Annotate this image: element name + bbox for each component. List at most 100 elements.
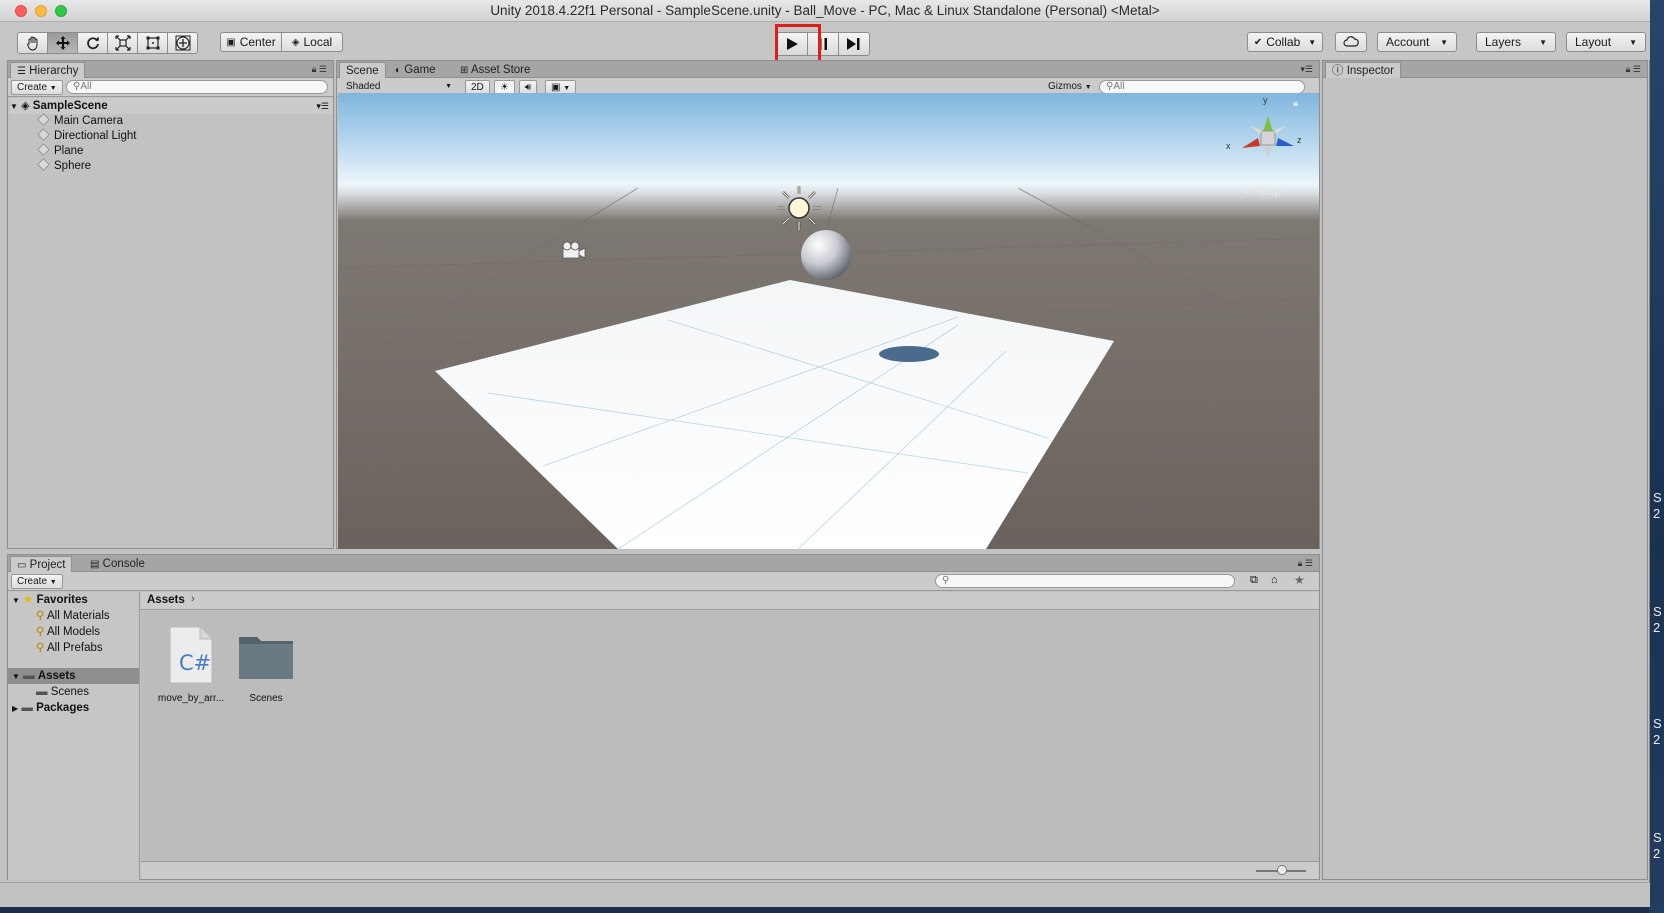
scene-root-row[interactable]: ▼ ◈ SampleScene ▾☰	[10, 98, 333, 114]
gizmo-lock-icon[interactable]: 🔒︎	[1293, 98, 1298, 109]
console-icon: ▤	[90, 559, 100, 570]
hand-icon	[26, 36, 37, 51]
cloud-button[interactable]	[1335, 32, 1367, 52]
sphere-shadow	[879, 346, 939, 362]
tab-inspector[interactable]: ⓘ Inspector	[1325, 62, 1402, 78]
scene-search-input[interactable]: ⚲All	[1099, 80, 1305, 94]
layers-dropdown[interactable]: Layers ▼	[1476, 32, 1556, 52]
search-filter-icon: ⚲	[36, 610, 45, 622]
search-filter-icon: ⚲	[36, 642, 45, 654]
rect-tool-button[interactable]	[137, 32, 168, 54]
chevron-down-icon: ▼	[563, 85, 571, 92]
zoom-slider-thumb[interactable]	[1277, 865, 1287, 875]
rotate-tool-button[interactable]	[77, 32, 108, 54]
account-dropdown[interactable]: Account ▼	[1377, 32, 1457, 52]
hierarchy-item[interactable]: Main Camera	[37, 113, 123, 129]
hierarchy-item[interactable]: Sphere	[37, 158, 91, 174]
collab-dropdown[interactable]: ✔ Collab ▼	[1247, 32, 1323, 52]
hierarchy-item[interactable]: Directional Light	[37, 128, 137, 144]
project-tree: ▼ ★ Favorites ⚲ All Materials ⚲ All Mode…	[8, 592, 140, 880]
hierarchy-item-label: Directional Light	[54, 130, 137, 142]
pivot-space-button[interactable]: ◈ Local	[281, 32, 343, 52]
project-tab-label: Project	[29, 559, 66, 571]
triangle-down-icon: ▼	[12, 596, 20, 605]
space-label: Local	[303, 35, 333, 49]
desktop-text: 2	[1653, 620, 1661, 635]
asset-name: Scenes	[249, 693, 283, 704]
unity-window: Unity 2018.4.22f1 Personal - SampleScene…	[0, 0, 1650, 907]
panel-menu-icon[interactable]: 🔒︎ ☰	[1298, 558, 1313, 569]
step-button[interactable]	[838, 32, 870, 56]
assets-folder-row[interactable]: ▼ ▬ Assets	[8, 668, 139, 684]
star-icon[interactable]: ★	[1294, 573, 1305, 587]
chevron-down-icon: ▼	[1539, 37, 1547, 47]
minimize-window-button[interactable]	[35, 5, 47, 17]
orientation-gizmo[interactable]	[1242, 116, 1294, 158]
packages-folder-row[interactable]: ▶ ▬ Packages	[12, 700, 89, 716]
scene-viewport[interactable]: y x z 🔒︎ < Persp	[338, 93, 1319, 549]
favorites-item[interactable]: ⚲ All Materials	[36, 608, 110, 624]
scene-menu-icon[interactable]: ▾☰	[316, 98, 329, 114]
rect-icon	[146, 36, 159, 50]
panel-menu-icon[interactable]: 🔒︎ ☰	[1626, 64, 1641, 75]
hierarchy-tabbar: ☰ Hierarchy 🔒︎ ☰	[8, 61, 333, 78]
tab-asset-store[interactable]: ⊞ Asset Store	[454, 62, 536, 78]
star-icon: ★	[23, 594, 34, 606]
favorites-row[interactable]: ▼ ★ Favorites	[12, 592, 88, 608]
cloud-icon	[1343, 36, 1359, 47]
breadcrumb-assets[interactable]: Assets	[147, 594, 185, 606]
favorites-item[interactable]: ⚲ All Models	[36, 624, 100, 640]
hierarchy-item[interactable]: Plane	[37, 143, 83, 159]
hierarchy-create-button[interactable]: Create ▼	[11, 80, 63, 95]
rotate-icon	[86, 36, 99, 50]
transform-tool-button[interactable]	[167, 32, 198, 54]
favorites-item-label: All Materials	[47, 610, 110, 622]
gameobject-icon	[37, 128, 50, 141]
triangle-right-icon: ▶	[12, 704, 19, 713]
pivot-center-button[interactable]: ▣ Center	[220, 32, 282, 52]
project-search-input[interactable]: ⚲	[935, 574, 1235, 588]
hierarchy-panel: ☰ Hierarchy 🔒︎ ☰ Create ▼ ⚲All ▼ ◈ Sampl…	[7, 60, 334, 549]
tab-console[interactable]: ▤ Console	[84, 556, 151, 572]
hand-tool-button[interactable]	[17, 32, 48, 54]
panel-menu-icon[interactable]: ▾☰	[1300, 64, 1313, 75]
asset-item-script[interactable]: C# move_by_arr...	[151, 621, 231, 711]
filter-type-icon[interactable]: ⧉	[1250, 574, 1258, 587]
project-create-button[interactable]: Create ▼	[11, 574, 63, 589]
scene-tabbar: Scene ◐ Game ⊞ Asset Store ▾☰	[337, 61, 1319, 78]
folder-icon: ▬	[21, 702, 33, 714]
desktop-text: 2	[1653, 506, 1661, 521]
search-filter-icon: ⚲	[36, 626, 45, 638]
asset-item-folder[interactable]: Scenes	[226, 621, 306, 711]
panel-menu-icon[interactable]: 🔒︎ ☰	[312, 64, 327, 75]
close-window-button[interactable]	[15, 5, 27, 17]
maximize-window-button[interactable]	[55, 5, 67, 17]
chevron-down-icon: ▼	[1308, 37, 1317, 47]
gizmos-label: Gizmos	[1048, 81, 1082, 92]
tab-scene[interactable]: Scene	[339, 62, 386, 78]
tab-game[interactable]: ◐ Game	[389, 62, 442, 78]
pivot-icon: ▣	[226, 36, 236, 48]
move-icon	[55, 36, 70, 50]
project-footer	[141, 861, 1319, 879]
game-tab-label: Game	[404, 64, 436, 76]
favorites-item[interactable]: ⚲ All Prefabs	[36, 640, 103, 656]
move-tool-button[interactable]	[47, 32, 78, 54]
collab-label: Collab	[1266, 35, 1301, 49]
hierarchy-search-input[interactable]: ⚲All	[66, 80, 328, 94]
scenes-folder-row[interactable]: ▬ Scenes	[36, 684, 89, 700]
tag-icon[interactable]: ⌂	[1271, 574, 1278, 586]
layout-dropdown[interactable]: Layout ▼	[1566, 32, 1646, 52]
favorites-item-label: All Prefabs	[47, 642, 103, 654]
info-icon: ⓘ	[1332, 65, 1344, 77]
projection-label[interactable]: < Persp	[1243, 186, 1281, 198]
triangle-down-icon: ▼	[12, 672, 20, 681]
main-toolbar: ▣ Center ◈ Local ✔ Collab ▼ Account ▼ Layer	[0, 22, 1650, 60]
transform-icon	[175, 35, 190, 51]
inspector-tabbar: ⓘ Inspector 🔒︎ ☰	[1323, 61, 1647, 78]
tab-hierarchy[interactable]: ☰ Hierarchy	[10, 62, 86, 78]
tab-project[interactable]: ▭ Project	[10, 556, 73, 572]
project-content: C# move_by_arr... Scenes	[141, 611, 1319, 861]
project-breadcrumb: Assets ›	[141, 592, 1319, 610]
scale-tool-button[interactable]	[107, 32, 138, 54]
